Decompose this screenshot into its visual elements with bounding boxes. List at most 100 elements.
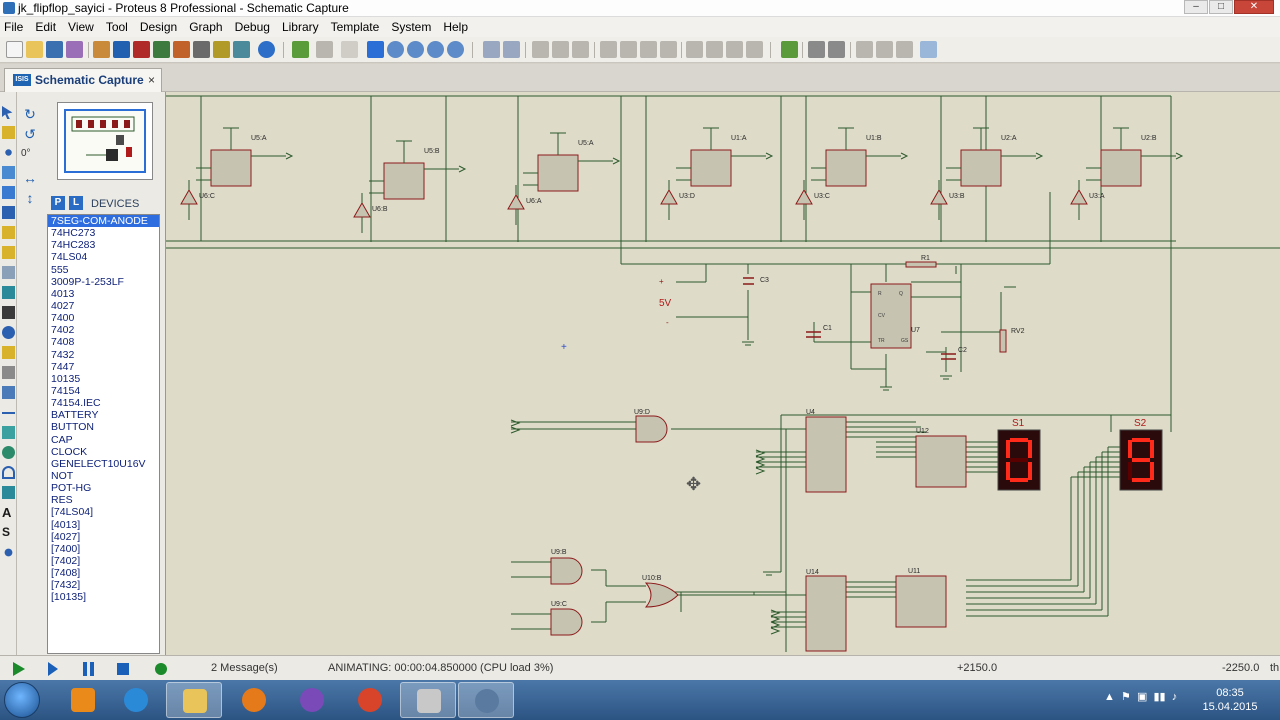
device-list-item[interactable]: BUTTON	[48, 421, 159, 433]
device-list-item[interactable]: 7400	[48, 312, 159, 324]
menu-template[interactable]: Template	[327, 20, 388, 34]
buses-icon[interactable]	[2, 206, 15, 219]
tab-schematic-capture[interactable]: ISIS Schematic Capture ×	[4, 68, 162, 92]
arc-icon[interactable]	[2, 466, 15, 479]
3d-viewer-icon[interactable]	[153, 41, 170, 58]
device-list-item[interactable]: POT-HG	[48, 482, 159, 494]
pan-icon[interactable]	[367, 41, 384, 58]
schematic-icon[interactable]	[113, 41, 130, 58]
menu-help[interactable]: Help	[439, 20, 476, 34]
menu-file[interactable]: File	[0, 20, 31, 34]
taskbar-proteus[interactable]	[458, 682, 514, 718]
box-icon[interactable]	[2, 426, 15, 439]
current-probe-icon[interactable]	[2, 366, 15, 379]
graph-mode-icon[interactable]	[2, 286, 15, 299]
voltage-probe-icon[interactable]	[2, 346, 15, 359]
device-list-item[interactable]: 74154	[48, 385, 159, 397]
device-list-item[interactable]: [74LS04]	[48, 506, 159, 518]
text-icon[interactable]: A	[2, 506, 15, 519]
start-button[interactable]	[4, 682, 40, 718]
device-list-item[interactable]: 74LS04	[48, 251, 159, 263]
selection-mode-icon[interactable]	[2, 106, 13, 119]
close-window-button[interactable]: ✕	[1234, 0, 1274, 14]
open-folder-icon[interactable]	[26, 41, 43, 58]
device-list-item[interactable]: 7SEG-COM-ANODE	[48, 215, 159, 228]
menu-library[interactable]: Library	[278, 20, 327, 34]
taskbar-metro-app[interactable]	[55, 682, 111, 718]
device-pins-icon[interactable]	[2, 266, 15, 279]
messages-count[interactable]: 2 Message(s)	[211, 662, 278, 674]
property-assignment-icon[interactable]	[828, 41, 845, 58]
pick-from-library-button[interactable]: P	[51, 196, 65, 210]
taskbar-camera-app[interactable]	[400, 682, 456, 718]
message-status-icon[interactable]	[155, 663, 167, 675]
menu-graph[interactable]: Graph	[185, 20, 230, 34]
rotate-clockwise-icon[interactable]: ↻	[19, 106, 41, 122]
device-list-item[interactable]: 10135	[48, 373, 159, 385]
mirror-y-icon[interactable]: ↕	[19, 190, 41, 206]
jk-flipflop[interactable]: U1:A U3:D	[660, 127, 774, 220]
menu-tool[interactable]: Tool	[102, 20, 136, 34]
device-list-item[interactable]: BATTERY	[48, 409, 159, 421]
text-script-icon[interactable]	[2, 186, 15, 199]
stop-icon[interactable]	[117, 663, 129, 675]
minimize-button[interactable]: –	[1184, 0, 1208, 14]
pause-icon[interactable]	[83, 662, 94, 676]
close-project-icon[interactable]	[66, 41, 83, 58]
paste-icon[interactable]	[572, 41, 589, 58]
device-list-item[interactable]: 7402	[48, 324, 159, 336]
taskbar-viber[interactable]	[284, 682, 340, 718]
jk-flipflop[interactable]: U5:A U6:C	[180, 127, 294, 220]
exit-to-parent-icon[interactable]	[896, 41, 913, 58]
device-list-item[interactable]: RES	[48, 494, 159, 506]
overview-viewport[interactable]	[64, 109, 146, 173]
device-list-item[interactable]: 7432	[48, 349, 159, 361]
remove-sheet-icon[interactable]	[876, 41, 893, 58]
pick-device-icon[interactable]	[686, 41, 703, 58]
zoom-area-icon[interactable]	[447, 41, 464, 58]
system-tray[interactable]: ▲ ⚑ ▣ ▮▮ ♪	[1104, 690, 1177, 703]
undo-icon[interactable]	[483, 41, 500, 58]
pcb-layout-icon[interactable]	[133, 41, 150, 58]
bill-of-materials-icon[interactable]	[213, 41, 230, 58]
packaging-tool-icon[interactable]	[726, 41, 743, 58]
menu-debug[interactable]: Debug	[231, 20, 278, 34]
jk-flipflop[interactable]: U2:B U3:A	[1070, 127, 1184, 220]
home-icon[interactable]	[93, 41, 110, 58]
device-list-item[interactable]: 7408	[48, 336, 159, 348]
circle-icon[interactable]	[2, 446, 15, 459]
device-list-item[interactable]: 74HC273	[48, 227, 159, 239]
make-device-icon[interactable]	[706, 41, 723, 58]
decompose-icon[interactable]	[746, 41, 763, 58]
save-icon[interactable]	[46, 41, 63, 58]
search-icon[interactable]	[808, 41, 825, 58]
origin-icon[interactable]	[341, 41, 358, 58]
taskbar-clock[interactable]: 08:35 15.04.2015	[1200, 686, 1260, 714]
device-list-item[interactable]: [7432]	[48, 579, 159, 591]
taskbar-internet-explorer[interactable]	[108, 682, 164, 718]
redo-icon[interactable]	[503, 41, 520, 58]
device-list-item[interactable]: 7447	[48, 361, 159, 373]
marker-icon[interactable]	[4, 548, 13, 557]
device-list-item[interactable]: 3009P-1-253LF	[48, 276, 159, 288]
new-file-icon[interactable]	[6, 41, 23, 58]
line-icon[interactable]	[2, 412, 15, 414]
tape-recorder-icon[interactable]	[2, 306, 15, 319]
device-list[interactable]: 7SEG-COM-ANODE 74HC273 74HC283 74LS04 555 300…	[47, 214, 160, 654]
device-list-item[interactable]: [7402]	[48, 555, 159, 567]
device-list-item[interactable]: CAP	[48, 434, 159, 446]
symbol-icon[interactable]: S	[2, 526, 15, 539]
taskbar-file-explorer[interactable]	[166, 682, 222, 718]
block-delete-icon[interactable]	[660, 41, 677, 58]
zoom-out-icon[interactable]	[407, 41, 424, 58]
component-mode-icon[interactable]	[2, 126, 15, 139]
source-code-icon[interactable]	[233, 41, 250, 58]
wire-label-icon[interactable]	[2, 166, 15, 179]
block-move-icon[interactable]	[620, 41, 637, 58]
generator-icon[interactable]	[2, 326, 15, 339]
help-icon[interactable]	[258, 41, 275, 58]
netlist-icon[interactable]	[920, 41, 937, 58]
wire-autorouter-icon[interactable]	[781, 41, 798, 58]
rotate-anticlockwise-icon[interactable]: ↺	[19, 126, 41, 142]
taskbar-avast[interactable]	[226, 682, 282, 718]
